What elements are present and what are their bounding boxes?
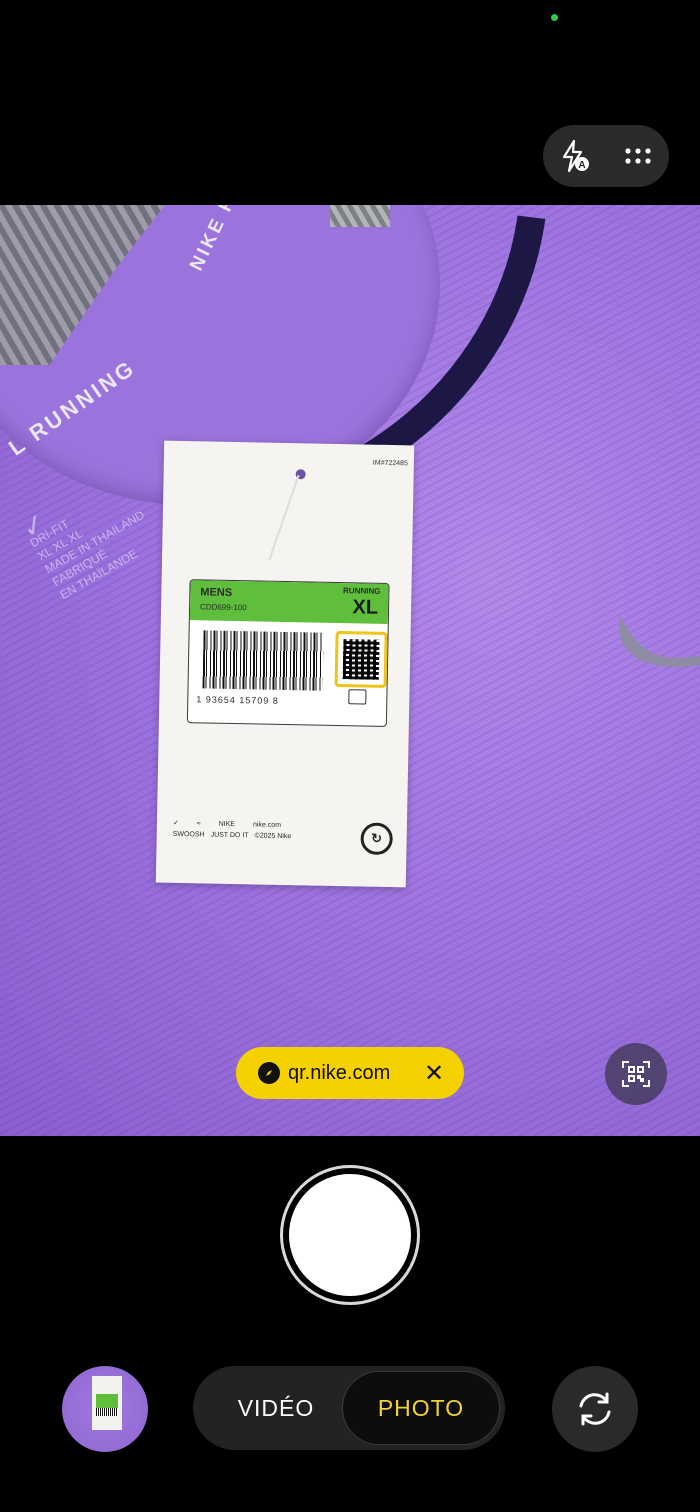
- shirt-swoosh-icon: [619, 615, 700, 667]
- flash-auto-button[interactable]: A: [553, 134, 597, 178]
- tag-green-band: MENS CDD699-100 RUNNING XL: [189, 580, 389, 624]
- switch-camera-button[interactable]: [552, 1366, 638, 1452]
- tag-website: nike.com: [252, 820, 282, 829]
- mode-photo-tab[interactable]: PHOTO: [342, 1371, 500, 1445]
- close-icon[interactable]: ✕: [416, 1055, 452, 1091]
- barcode-digits: 1 93654 15709 8: [196, 694, 279, 706]
- qr-link-url: qr.nike.com: [288, 1061, 391, 1084]
- swoosh-logo-icon: ✓: [172, 819, 179, 827]
- barcode: [202, 630, 324, 691]
- tag-trademark: JUST DO IT: [210, 831, 249, 840]
- product-hang-tag: IM#722485 MENS CDD699-100 RUNNING XL 1 9…: [155, 440, 415, 888]
- shutter-button[interactable]: [280, 1165, 420, 1305]
- tag-trademark: SWOOSH: [172, 830, 205, 839]
- more-options-icon: [624, 148, 651, 164]
- svg-text:A: A: [578, 160, 585, 171]
- scan-document-button[interactable]: [605, 1043, 667, 1105]
- tag-style-code: CDD699-100: [199, 602, 247, 613]
- mode-video-tab[interactable]: VIDÉO: [211, 1366, 341, 1450]
- tag-brand: NIKE: [218, 820, 236, 828]
- tag-size: XL: [352, 596, 379, 619]
- thumbnail-preview: [92, 1376, 122, 1430]
- switch-camera-icon: [579, 1392, 611, 1426]
- mode-selector: VIDÉO PHOTO: [193, 1366, 505, 1450]
- shutter-inner: [289, 1174, 411, 1296]
- top-controls: A: [543, 125, 669, 187]
- tag-copyright: ©2025 Nike: [254, 832, 292, 841]
- tag-label-box: MENS CDD699-100 RUNNING XL 1 93654 15709…: [186, 579, 390, 727]
- recycle-icon: ↻: [360, 822, 393, 856]
- compass-icon: [258, 1062, 280, 1084]
- camera-viewfinder[interactable]: NIKE R L RUNNING ✓ DRI-FIT XL XL XL MADE…: [0, 205, 700, 1136]
- tag-gender: MENS: [200, 586, 233, 599]
- qr-scan-hint-icon: [348, 689, 367, 705]
- qr-link-chip[interactable]: qr.nike.com ✕: [236, 1047, 464, 1099]
- gallery-thumbnail[interactable]: [62, 1366, 148, 1452]
- tag-id: IM#722485: [372, 459, 408, 468]
- tag-category: RUNNING: [342, 586, 381, 596]
- qr-scan-icon: [622, 1061, 650, 1087]
- tag-string: [268, 474, 300, 561]
- more-options-button[interactable]: [616, 134, 660, 178]
- flash-auto-icon: A: [562, 139, 589, 173]
- jumpman-logo-icon: ≈: [196, 819, 201, 827]
- qr-code: [334, 630, 388, 688]
- camera-in-use-indicator: [551, 14, 558, 21]
